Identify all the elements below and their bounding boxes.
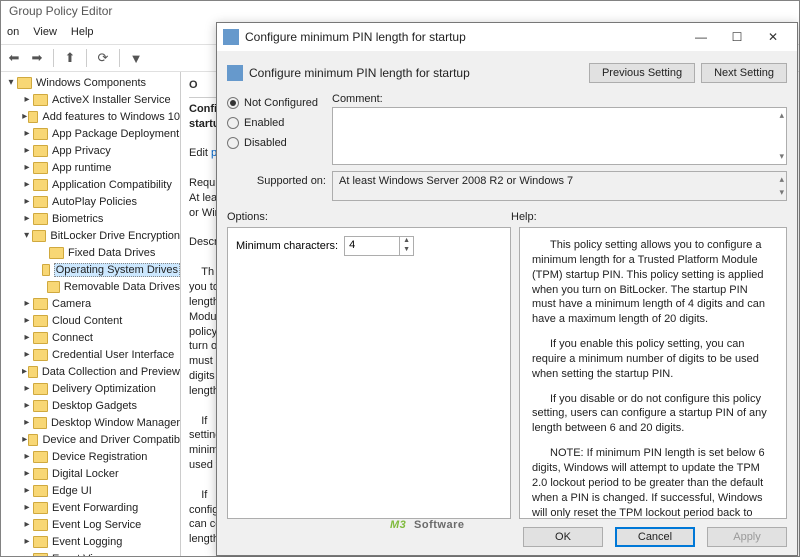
tree-item[interactable]: ▸App runtime: [1, 159, 180, 176]
maximize-button[interactable]: ☐: [719, 26, 755, 48]
policy-dialog: Configure minimum PIN length for startup…: [216, 22, 798, 556]
help-label: Help:: [511, 211, 787, 223]
dialog-title: Configure minimum PIN length for startup: [245, 30, 683, 44]
tree-item[interactable]: ▸Camera: [1, 295, 180, 312]
tree-item[interactable]: Removable Data Drives: [1, 278, 180, 295]
options-panel: Minimum characters: 4 ▲▼: [227, 227, 511, 519]
back-icon[interactable]: ⬅: [5, 49, 23, 67]
next-setting-button[interactable]: Next Setting: [701, 63, 787, 83]
tree-item[interactable]: ▸Event Forwarding: [1, 499, 180, 516]
close-button[interactable]: ✕: [755, 26, 791, 48]
main-window-title: Group Policy Editor: [1, 1, 799, 24]
tree-item[interactable]: ▸Data Collection and Preview: [1, 363, 180, 380]
policy-icon: [227, 65, 243, 81]
options-label: Options:: [227, 211, 511, 223]
menu-view[interactable]: View: [33, 26, 57, 42]
tree-item[interactable]: ▸App Privacy: [1, 142, 180, 159]
tree-item[interactable]: ▸Event Logging: [1, 533, 180, 550]
tree-item[interactable]: ▸Event Log Service: [1, 516, 180, 533]
tree-view[interactable]: ▾Windows Components ▸ActiveX Installer S…: [1, 72, 181, 556]
dialog-titlebar[interactable]: Configure minimum PIN length for startup…: [217, 23, 797, 51]
tree-item[interactable]: ▸Delivery Optimization: [1, 380, 180, 397]
tree-item[interactable]: ▸Device and Driver Compatib: [1, 431, 180, 448]
tree-item[interactable]: ▸Cloud Content: [1, 312, 180, 329]
supported-on-box: At least Windows Server 2008 R2 or Windo…: [332, 171, 787, 201]
refresh-icon[interactable]: ⟳: [94, 49, 112, 67]
minchars-value[interactable]: 4: [345, 237, 399, 255]
spin-up-icon[interactable]: ▲: [400, 237, 413, 246]
tree-item[interactable]: ▸Desktop Gadgets: [1, 397, 180, 414]
tree-bitlocker[interactable]: ▾BitLocker Drive Encryption: [1, 227, 180, 244]
tree-root[interactable]: ▾Windows Components: [1, 74, 180, 91]
spin-down-icon[interactable]: ▼: [400, 246, 413, 255]
tree-item[interactable]: ▸AutoPlay Policies: [1, 193, 180, 210]
help-panel: This policy setting allows you to config…: [519, 227, 787, 519]
up-icon[interactable]: ⬆: [61, 49, 79, 67]
tree-item[interactable]: Fixed Data Drives: [1, 244, 180, 261]
comment-label: Comment:: [332, 93, 787, 105]
tree-item[interactable]: ▸Edge UI: [1, 482, 180, 499]
tree-item[interactable]: ▸Application Compatibility: [1, 176, 180, 193]
tree-item[interactable]: ▸Device Registration: [1, 448, 180, 465]
previous-setting-button[interactable]: Previous Setting: [589, 63, 695, 83]
dialog-icon: [223, 29, 239, 45]
tree-item[interactable]: ▸Biometrics: [1, 210, 180, 227]
tree-item[interactable]: ▸Connect: [1, 329, 180, 346]
radio-enabled[interactable]: Enabled: [227, 117, 332, 129]
radio-not-configured[interactable]: Not Configured: [227, 97, 332, 109]
minchars-spinner[interactable]: 4 ▲▼: [344, 236, 414, 256]
tree-item[interactable]: ▸Digital Locker: [1, 465, 180, 482]
filter-icon[interactable]: ▼: [127, 49, 145, 67]
ok-button[interactable]: OK: [523, 527, 603, 547]
radio-disabled[interactable]: Disabled: [227, 137, 332, 149]
menu-action[interactable]: on: [7, 26, 19, 42]
apply-button[interactable]: Apply: [707, 527, 787, 547]
policy-name: Configure minimum PIN length for startup: [249, 66, 589, 80]
tree-item[interactable]: ▸App Package Deployment: [1, 125, 180, 142]
supported-label: Supported on:: [227, 171, 332, 187]
tree-item-selected[interactable]: Operating System Drives: [1, 261, 180, 278]
tree-item[interactable]: ▸Desktop Window Manager: [1, 414, 180, 431]
forward-icon[interactable]: ➡: [28, 49, 46, 67]
minimize-button[interactable]: —: [683, 26, 719, 48]
tree-item[interactable]: ▸Add features to Windows 10: [1, 108, 180, 125]
tree-item[interactable]: ▸Event Viewer: [1, 550, 180, 556]
menu-help[interactable]: Help: [71, 26, 94, 42]
cancel-button[interactable]: Cancel: [615, 527, 695, 547]
tree-item[interactable]: ▸ActiveX Installer Service: [1, 91, 180, 108]
minchars-label: Minimum characters:: [236, 240, 338, 252]
comment-textarea[interactable]: ▴▾: [332, 107, 787, 165]
tree-item[interactable]: ▸Credential User Interface: [1, 346, 180, 363]
